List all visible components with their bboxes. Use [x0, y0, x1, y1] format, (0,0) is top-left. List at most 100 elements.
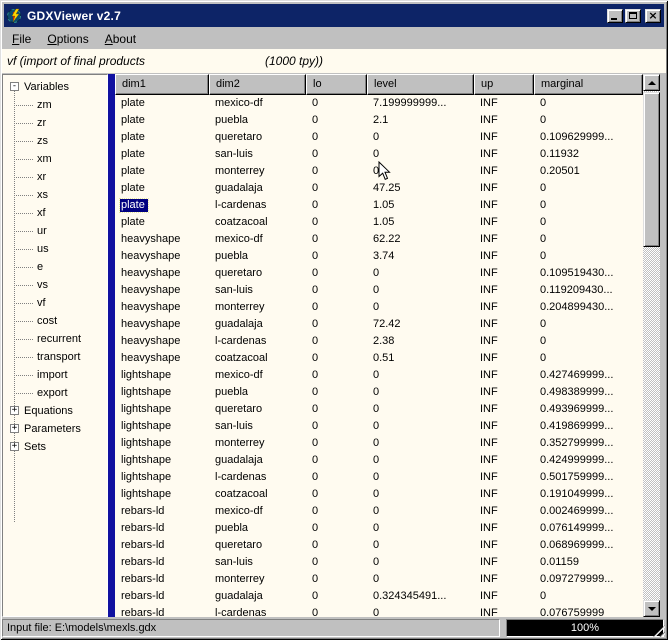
expand-icon[interactable]: +: [10, 424, 19, 433]
table-cell[interactable]: lightshape: [115, 367, 209, 384]
tree-node-ur[interactable]: ur: [3, 222, 107, 240]
table-cell[interactable]: guadalaja: [209, 316, 306, 333]
selected-cell[interactable]: plate: [120, 199, 148, 212]
table-cell[interactable]: queretaro: [209, 401, 306, 418]
table-cell[interactable]: heavyshape: [115, 265, 209, 282]
tree-node-zr[interactable]: zr: [3, 114, 107, 132]
tree-node-parameters[interactable]: + Parameters: [3, 420, 107, 438]
tree-node-label[interactable]: e: [37, 261, 43, 273]
table-row[interactable]: plateguadalaja047.25INF0: [115, 180, 643, 197]
table-cell[interactable]: 0.352799999...: [534, 435, 643, 452]
tree-node-zs[interactable]: zs: [3, 132, 107, 150]
table-cell[interactable]: 0.427469999...: [534, 367, 643, 384]
table-cell[interactable]: plate: [115, 95, 209, 112]
table-row[interactable]: lightshapeguadalaja00INF0.424999999...: [115, 452, 643, 469]
table-cell[interactable]: 0: [367, 554, 474, 571]
table-row[interactable]: platesan-luis00INF0.11932: [115, 146, 643, 163]
table-cell[interactable]: 0: [306, 316, 367, 333]
menu-options[interactable]: Options: [39, 30, 96, 49]
table-row[interactable]: lightshapel-cardenas00INF0.501759999...: [115, 469, 643, 486]
table-cell[interactable]: 0: [306, 112, 367, 129]
table-cell[interactable]: INF: [474, 282, 534, 299]
table-row[interactable]: platemexico-df07.199999999...INF0: [115, 95, 643, 112]
table-cell[interactable]: guadalaja: [209, 452, 306, 469]
table-cell[interactable]: 0: [306, 265, 367, 282]
tree-node-variables[interactable]: - Variables: [3, 78, 107, 96]
expand-icon[interactable]: +: [10, 442, 19, 451]
tree-node-e[interactable]: e: [3, 258, 107, 276]
table-cell[interactable]: 0.493969999...: [534, 401, 643, 418]
table-cell[interactable]: 0.419869999...: [534, 418, 643, 435]
table-cell[interactable]: san-luis: [209, 418, 306, 435]
table-cell[interactable]: coatzacoal: [209, 486, 306, 503]
table-row[interactable]: heavyshapequeretaro00INF0.109519430...: [115, 265, 643, 282]
table-row[interactable]: heavyshapel-cardenas02.38INF0: [115, 333, 643, 350]
table-cell[interactable]: 0.204899430...: [534, 299, 643, 316]
table-cell[interactable]: 0: [534, 248, 643, 265]
vertical-scrollbar[interactable]: [643, 74, 660, 617]
table-cell[interactable]: heavyshape: [115, 282, 209, 299]
column-header-lo[interactable]: lo: [306, 74, 367, 95]
tree-node-sets[interactable]: + Sets: [3, 438, 107, 456]
table-cell[interactable]: guadalaja: [209, 588, 306, 605]
tree-table-splitter[interactable]: [108, 74, 115, 617]
table-cell[interactable]: 0: [534, 231, 643, 248]
table-cell[interactable]: queretaro: [209, 129, 306, 146]
tree-node-label[interactable]: zs: [37, 135, 48, 147]
table-cell[interactable]: 0: [534, 350, 643, 367]
table-cell[interactable]: INF: [474, 214, 534, 231]
tree-node-label[interactable]: vs: [37, 279, 48, 291]
table-cell[interactable]: 0.424999999...: [534, 452, 643, 469]
tree-node-label[interactable]: xm: [37, 153, 52, 165]
table-cell[interactable]: 0: [306, 350, 367, 367]
table-cell[interactable]: 0.51: [367, 350, 474, 367]
tree-node-label[interactable]: import: [37, 369, 68, 381]
table-cell[interactable]: 0: [534, 588, 643, 605]
tree-node-label[interactable]: xs: [37, 189, 48, 201]
table-row[interactable]: lightshapemexico-df00INF0.427469999...: [115, 367, 643, 384]
table-cell[interactable]: 0.109519430...: [534, 265, 643, 282]
table-cell[interactable]: 0: [306, 214, 367, 231]
table-cell[interactable]: heavyshape: [115, 248, 209, 265]
table-cell[interactable]: 0: [534, 112, 643, 129]
table-cell[interactable]: 47.25: [367, 180, 474, 197]
table-cell[interactable]: 0: [306, 231, 367, 248]
tree-node-label[interactable]: xf: [37, 207, 46, 219]
table-cell[interactable]: 1.05: [367, 214, 474, 231]
table-cell[interactable]: rebars-ld: [115, 503, 209, 520]
table-cell[interactable]: l-cardenas: [209, 333, 306, 350]
table-cell[interactable]: 0: [367, 452, 474, 469]
table-cell[interactable]: 72.42: [367, 316, 474, 333]
table-cell[interactable]: rebars-ld: [115, 588, 209, 605]
table-cell[interactable]: 0.076149999...: [534, 520, 643, 537]
collapse-icon[interactable]: -: [10, 82, 19, 91]
table-cell[interactable]: queretaro: [209, 265, 306, 282]
scrollbar-thumb[interactable]: [643, 92, 660, 247]
table-cell[interactable]: INF: [474, 418, 534, 435]
menu-file[interactable]: File: [4, 30, 39, 49]
table-row[interactable]: lightshapequeretaro00INF0.493969999...: [115, 401, 643, 418]
table-cell[interactable]: mexico-df: [209, 503, 306, 520]
table-cell[interactable]: 0: [306, 571, 367, 588]
table-cell[interactable]: monterrey: [209, 163, 306, 180]
table-row[interactable]: lightshapecoatzacoal00INF0.191049999...: [115, 486, 643, 503]
table-cell[interactable]: lightshape: [115, 384, 209, 401]
table-cell[interactable]: 0: [306, 469, 367, 486]
table-cell[interactable]: 0: [367, 146, 474, 163]
tree-node-transport[interactable]: transport: [3, 348, 107, 366]
table-row[interactable]: rebars-ldguadalaja00.324345491...INF0: [115, 588, 643, 605]
table-cell[interactable]: 0.119209430...: [534, 282, 643, 299]
table-cell[interactable]: puebla: [209, 384, 306, 401]
table-cell[interactable]: INF: [474, 435, 534, 452]
table-cell[interactable]: 0.501759999...: [534, 469, 643, 486]
table-cell[interactable]: 0: [306, 333, 367, 350]
table-cell[interactable]: lightshape: [115, 401, 209, 418]
table-cell[interactable]: 0.01159: [534, 554, 643, 571]
tree-node-vs[interactable]: vs: [3, 276, 107, 294]
tree-node-label[interactable]: Variables: [24, 81, 69, 93]
table-cell[interactable]: 0.324345491...: [367, 588, 474, 605]
table-cell[interactable]: 0: [367, 435, 474, 452]
table-cell[interactable]: INF: [474, 520, 534, 537]
close-button[interactable]: ×: [645, 9, 661, 23]
table-cell[interactable]: plate: [115, 163, 209, 180]
